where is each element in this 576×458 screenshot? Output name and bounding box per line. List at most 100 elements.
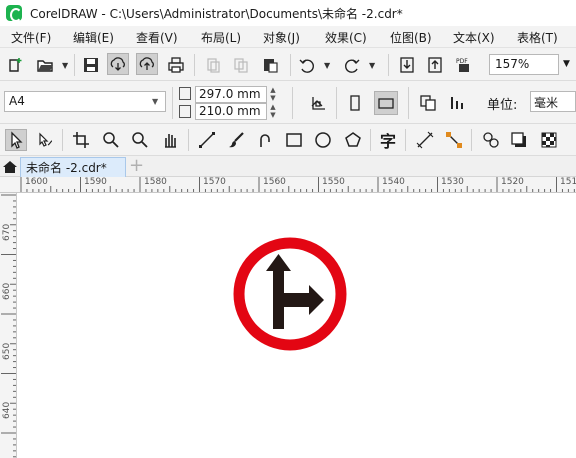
menu-file[interactable]: 文件(F): [11, 29, 51, 46]
ruler-label: 1540: [382, 177, 405, 187]
page-size-dropdown-icon[interactable]: ▼: [152, 97, 158, 106]
width-spinner-icon[interactable]: ▲ ▼: [267, 86, 279, 103]
page-height-icon: [179, 105, 191, 118]
separator: [405, 129, 406, 151]
units-label: 单位:: [487, 98, 518, 113]
cloud-download-icon[interactable]: [107, 53, 129, 75]
ruler-label: 1550: [322, 177, 345, 187]
undo-icon[interactable]: [296, 54, 318, 76]
separator: [471, 129, 472, 151]
separator: [74, 54, 75, 76]
parallel-dimension-tool-icon[interactable]: [414, 129, 436, 151]
units-select[interactable]: 毫米: [530, 91, 576, 112]
window-title: CorelDRAW - C:\Users\Administrator\Docum…: [30, 6, 403, 21]
page-width-icon: [179, 87, 191, 100]
menu-view[interactable]: 查看(V): [136, 29, 178, 46]
go-straight-or-turn-right-sign[interactable]: [233, 237, 347, 351]
standard-toolbar: ▼ ▼ ▼ PDF 157% ▼: [0, 48, 576, 81]
ruler-label: 1570: [203, 177, 226, 187]
separator: [336, 87, 337, 119]
undo-dropdown-icon[interactable]: ▼: [324, 61, 330, 70]
zoom-dropdown-icon[interactable]: ▼: [563, 59, 570, 69]
new-tab-icon[interactable]: +: [129, 155, 144, 176]
ruler-label: 151: [560, 177, 576, 187]
pan-tool-icon[interactable]: [159, 129, 181, 151]
print-icon[interactable]: [165, 54, 187, 76]
property-bar: A4 ▼ 297.0 mm ▲ ▼ 210.0 mm ▲ ▼ 单位: 毫米: [0, 81, 576, 124]
ruler-label: 1590: [84, 177, 107, 187]
ruler-label: 650: [2, 342, 12, 360]
portrait-icon[interactable]: [344, 92, 366, 114]
blend-tool-icon[interactable]: [480, 129, 502, 151]
cut-icon: [202, 54, 224, 76]
separator: [62, 129, 63, 151]
separator: [188, 129, 189, 151]
separator: [194, 54, 195, 76]
pen-tool-icon[interactable]: [254, 129, 276, 151]
page-width-field[interactable]: 297.0 mm: [195, 86, 267, 103]
page-size-select[interactable]: A4: [4, 91, 166, 112]
ruler-label: 660: [2, 282, 12, 300]
export-icon[interactable]: [424, 54, 446, 76]
ruler-label: 1520: [501, 177, 524, 187]
all-pages-icon[interactable]: [417, 92, 439, 114]
rectangle-tool-icon[interactable]: [283, 129, 305, 151]
separator: [292, 87, 293, 119]
text-tool-icon[interactable]: 字: [377, 129, 399, 151]
save-icon[interactable]: [80, 54, 102, 76]
crop-tool-icon[interactable]: [70, 129, 92, 151]
landscape-icon[interactable]: [374, 91, 398, 115]
toolbox: 字: [0, 124, 576, 156]
menu-table[interactable]: 表格(T): [517, 29, 558, 46]
page-height-field[interactable]: 210.0 mm: [195, 103, 267, 120]
coreldraw-logo-icon: [6, 5, 22, 22]
title-bar: CorelDRAW - C:\Users\Administrator\Docum…: [0, 0, 576, 26]
vertical-ruler[interactable]: 670 660 650 640: [0, 193, 17, 458]
import-icon[interactable]: [396, 54, 418, 76]
svg-text:PDF: PDF: [456, 58, 468, 65]
zoom-level-field[interactable]: 157%: [489, 54, 559, 75]
ruler-label: 1600: [25, 177, 48, 187]
current-page-icon[interactable]: [446, 92, 468, 114]
menu-effects[interactable]: 效果(C): [325, 29, 367, 46]
menu-object[interactable]: 对象(J): [263, 29, 300, 46]
paste-icon[interactable]: [259, 54, 281, 76]
new-document-icon[interactable]: [5, 54, 27, 76]
connector-tool-icon[interactable]: [443, 129, 465, 151]
redo-dropdown-icon[interactable]: ▼: [369, 61, 375, 70]
transparency-tool-icon[interactable]: [538, 129, 560, 151]
polygon-tool-icon[interactable]: [342, 129, 364, 151]
ruler-label: 1560: [263, 177, 286, 187]
pan-zoom-tool-icon[interactable]: [129, 129, 151, 151]
separator: [388, 54, 389, 76]
ellipse-tool-icon[interactable]: [312, 129, 334, 151]
ruler-label: 1580: [144, 177, 167, 187]
height-spinner-icon[interactable]: ▲ ▼: [267, 103, 279, 120]
redo-icon[interactable]: [341, 54, 363, 76]
publish-pdf-icon[interactable]: PDF: [453, 53, 475, 75]
separator: [172, 87, 173, 119]
horizontal-ruler[interactable]: 1600 1590 1580 1570 1560 1550 1540 1530 …: [0, 177, 576, 193]
shape-tool-icon[interactable]: [34, 129, 56, 151]
menu-bar: 文件(F) 编辑(E) 查看(V) 布局(L) 对象(J) 效果(C) 位图(B…: [0, 26, 576, 48]
zoom-tool-icon[interactable]: [100, 129, 122, 151]
ruler-label: 670: [2, 223, 12, 241]
artistic-media-tool-icon[interactable]: [225, 129, 247, 151]
ruler-label: 1530: [441, 177, 464, 187]
menu-bitmaps[interactable]: 位图(B): [390, 29, 432, 46]
open-dropdown-icon[interactable]: ▼: [62, 61, 68, 70]
menu-text[interactable]: 文本(X): [453, 29, 495, 46]
open-folder-icon[interactable]: [34, 54, 56, 76]
page-options-icon[interactable]: [307, 92, 329, 114]
freehand-tool-icon[interactable]: [196, 129, 218, 151]
cloud-upload-icon[interactable]: [136, 53, 158, 75]
drop-shadow-tool-icon[interactable]: [508, 129, 530, 151]
menu-edit[interactable]: 编辑(E): [73, 29, 114, 46]
document-tab-bar: 未命名 -2.cdr* +: [0, 155, 576, 177]
pick-tool-icon[interactable]: [5, 129, 27, 151]
copy-icon: [230, 54, 252, 76]
tab-untitled-2[interactable]: 未命名 -2.cdr*: [20, 157, 126, 177]
separator: [290, 54, 291, 76]
menu-layout[interactable]: 布局(L): [201, 29, 241, 46]
home-icon[interactable]: [2, 159, 18, 175]
